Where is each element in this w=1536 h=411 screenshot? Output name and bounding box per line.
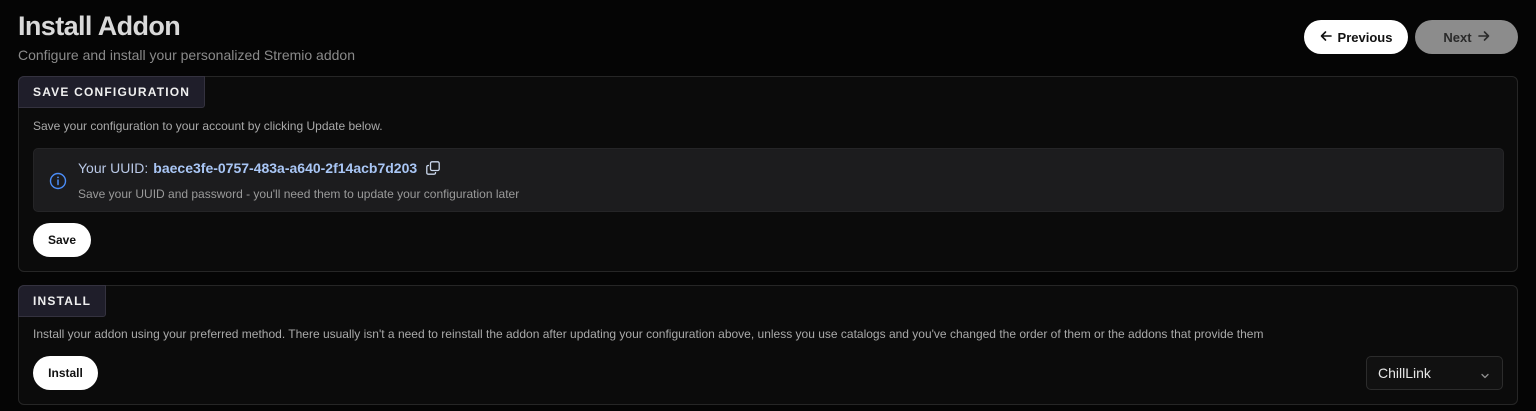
page-header: Install Addon Configure and install your… (18, 10, 355, 64)
save-configuration-tab: SAVE CONFIGURATION (18, 76, 206, 108)
chevron-down-icon (1480, 368, 1490, 379)
next-button[interactable]: Next (1415, 20, 1518, 54)
previous-button-label: Previous (1337, 29, 1393, 45)
install-method-value: ChillLink (1378, 365, 1431, 381)
page-title: Install Addon (18, 11, 181, 41)
uuid-line: Your UUID: baece3fe-0757-483a-a640-2f14a… (78, 160, 441, 176)
uuid-value: baece3fe-0757-483a-a640-2f14acb7d203 (153, 160, 418, 176)
copy-icon[interactable] (426, 161, 441, 175)
install-method-select[interactable]: ChillLink (1366, 356, 1503, 390)
save-button[interactable]: Save (33, 223, 91, 257)
step-navigation: Previous Next (1304, 20, 1518, 54)
uuid-label: Your UUID: (78, 160, 149, 176)
next-button-label: Next (1443, 29, 1472, 45)
install-card: INSTALL Install your addon using your pr… (18, 285, 1518, 405)
install-addon-page: Install Addon Configure and install your… (0, 0, 1536, 411)
save-configuration-card: SAVE CONFIGURATION Save your configurati… (18, 76, 1518, 272)
uuid-note: Save your UUID and password - you'll nee… (78, 187, 520, 201)
save-configuration-description: Save your configuration to your account … (33, 119, 383, 133)
arrow-right-icon (1477, 30, 1490, 44)
install-button[interactable]: Install (33, 356, 98, 390)
uuid-info-alert: Your UUID: baece3fe-0757-483a-a640-2f14a… (33, 148, 1504, 212)
install-tab: INSTALL (18, 285, 107, 317)
previous-button[interactable]: Previous (1304, 20, 1408, 54)
info-icon (49, 172, 67, 190)
arrow-left-icon (1320, 30, 1332, 44)
page-subtitle: Configure and install your personalized … (18, 47, 355, 63)
install-description: Install your addon using your preferred … (33, 327, 1264, 341)
